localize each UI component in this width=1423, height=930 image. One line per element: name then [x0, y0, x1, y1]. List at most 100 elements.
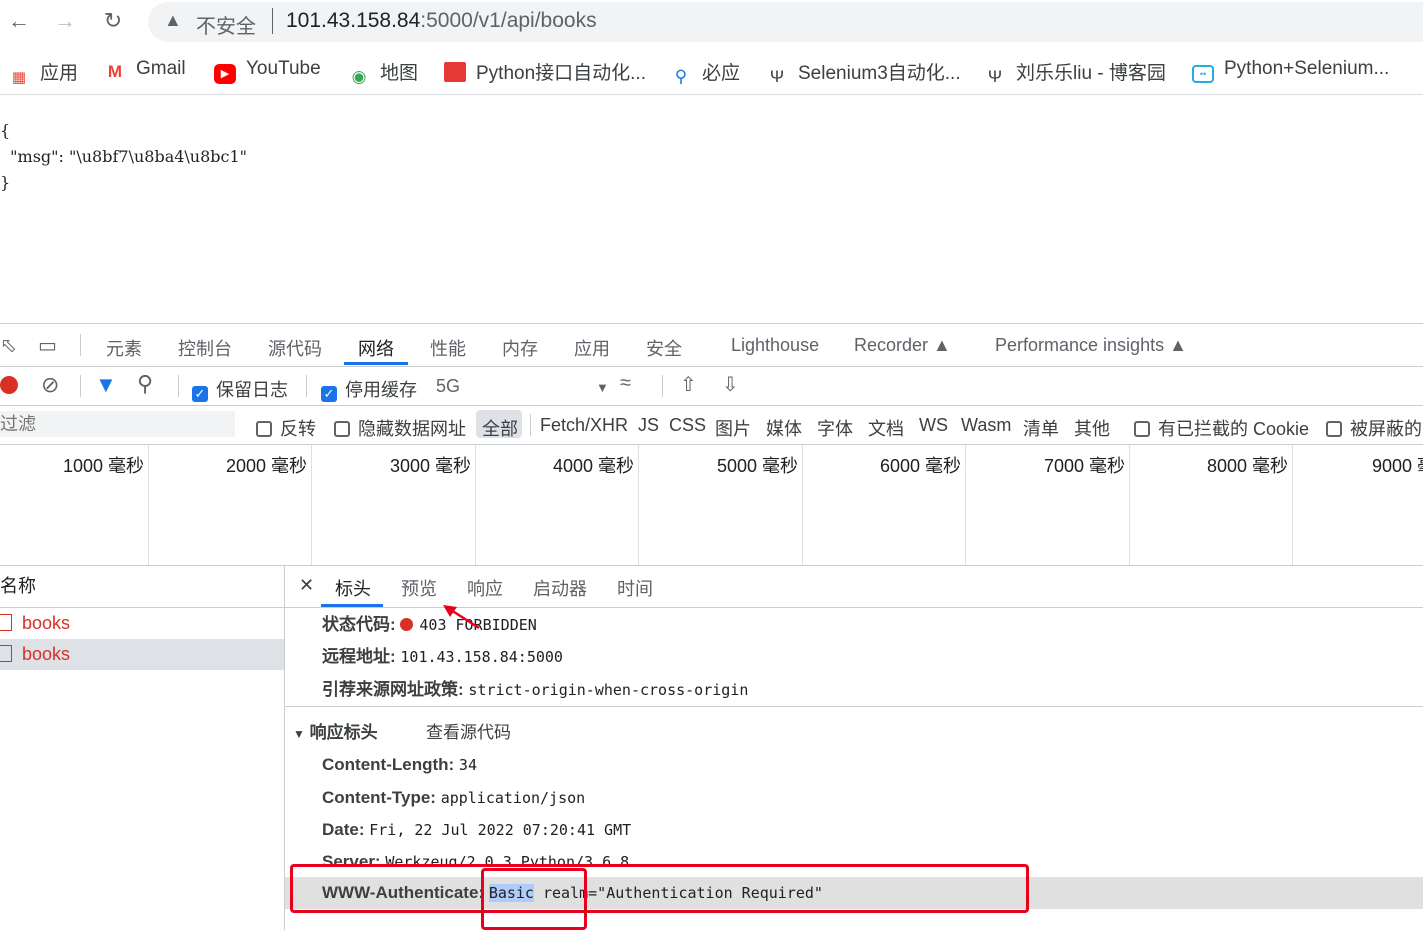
tab-application[interactable]: 应用: [574, 335, 610, 361]
warning-triangle-icon[interactable]: ▲: [164, 10, 182, 31]
bookmark-label: Python接口自动化...: [476, 63, 646, 84]
filter-type-other[interactable]: 其他: [1074, 415, 1110, 441]
tab-elements[interactable]: 元素: [106, 335, 142, 361]
timeline-label: 6000 毫秒: [879, 456, 961, 476]
security-label[interactable]: 不安全: [196, 10, 256, 39]
divider: [306, 375, 307, 397]
export-download-icon[interactable]: ⇩: [722, 372, 739, 397]
reload-icon[interactable]: ↻: [98, 6, 128, 36]
response-header-row: Content-Type: application/json: [322, 788, 585, 808]
view-source-link[interactable]: 查看源代码: [426, 718, 511, 743]
tab-lighthouse[interactable]: Lighthouse: [731, 335, 819, 356]
name-column-header[interactable]: 名称: [0, 566, 284, 608]
tab-sources[interactable]: 源代码: [268, 335, 322, 361]
checkbox-label: 保留日志: [216, 380, 288, 400]
url-text[interactable]: 101.43.158.84:5000/v1/api/books: [286, 9, 597, 33]
back-arrow-icon[interactable]: ←: [4, 6, 34, 36]
header-value[interactable]: strict-origin-when-cross-origin: [468, 681, 748, 699]
header-value[interactable]: 34: [459, 756, 477, 774]
device-toggle-icon[interactable]: ▭: [38, 333, 57, 358]
tab-network[interactable]: 网络: [358, 335, 394, 361]
inspect-element-icon[interactable]: ⬁: [0, 333, 17, 358]
filter-type-manifest[interactable]: 清单: [1023, 415, 1059, 441]
checkbox-unchecked-icon: [1326, 421, 1342, 437]
annotation-arrow-line: [450, 608, 480, 630]
filter-type-all[interactable]: 全部: [482, 415, 518, 441]
filter-type-media[interactable]: 媒体: [766, 415, 802, 441]
import-upload-icon[interactable]: ⇧: [680, 372, 697, 397]
tab-memory[interactable]: 内存: [502, 335, 538, 361]
search-icon: ⚲: [674, 67, 688, 86]
close-icon[interactable]: ✕: [299, 575, 314, 596]
tab-performance[interactable]: 性能: [430, 335, 466, 361]
tab-initiator[interactable]: 启动器: [533, 575, 587, 601]
request-row-selected[interactable]: books: [0, 639, 284, 670]
filter-type-font[interactable]: 字体: [817, 415, 853, 441]
bookmark-python-selenium[interactable]: •• Python+Selenium...: [1192, 58, 1389, 83]
status-error-dot-icon: [400, 618, 414, 631]
bookmark-youtube[interactable]: ▶ YouTube: [214, 58, 321, 84]
throttle-value: 5G: [436, 376, 461, 396]
search-icon[interactable]: ⚲: [137, 371, 153, 397]
clear-icon[interactable]: ⊘: [41, 372, 59, 398]
throttle-select[interactable]: 5G ▼: [436, 376, 609, 397]
omnibox[interactable]: ▲ 不安全 101.43.158.84:5000/v1/api/books: [148, 2, 1423, 42]
remote-address-row: 远程地址: 101.43.158.84:5000: [322, 642, 563, 667]
filter-type-doc[interactable]: 文档: [868, 415, 904, 441]
request-row[interactable]: books: [0, 608, 284, 639]
forward-arrow-icon[interactable]: →: [50, 6, 80, 36]
header-value[interactable]: application/json: [441, 789, 586, 807]
network-overview-timeline[interactable]: 1000 毫秒 2000 毫秒 3000 毫秒 4000 毫秒 5000 毫秒 …: [0, 445, 1423, 566]
record-icon[interactable]: [0, 376, 18, 394]
filter-type-js[interactable]: JS: [638, 415, 659, 436]
filter-input[interactable]: [0, 411, 235, 437]
divider: [530, 414, 531, 436]
checkbox-unchecked-icon: [334, 421, 350, 437]
filter-type-img[interactable]: 图片: [715, 415, 751, 441]
tab-timing[interactable]: 时间: [617, 575, 653, 601]
request-list: 名称 books books: [0, 566, 285, 930]
bookmark-label: Selenium3自动化...: [798, 63, 961, 84]
header-value[interactable]: Fri, 22 Jul 2022 07:20:41 GMT: [369, 821, 631, 839]
divider: [80, 375, 81, 397]
hide-data-urls-checkbox[interactable]: 隐藏数据网址: [334, 415, 466, 441]
tab-headers[interactable]: 标头: [335, 575, 371, 601]
network-conditions-wifi-icon[interactable]: ≈: [620, 372, 631, 395]
preserve-log-checkbox[interactable]: ✓ 保留日志: [192, 376, 288, 402]
request-name: books: [22, 613, 71, 633]
header-key: 状态代码:: [322, 615, 396, 634]
tab-label: Recorder: [854, 335, 929, 355]
bookmark-label: 必应: [702, 63, 741, 84]
tab-preview[interactable]: 预览: [401, 575, 437, 601]
bookmark-python-api[interactable]: Python接口自动化...: [444, 58, 646, 84]
devtools-tab-bar: ⬁ ▭ 元素 控制台 源代码 网络 性能 内存 应用 安全 Lighthouse…: [0, 324, 1423, 367]
header-value[interactable]: 101.43.158.84:5000: [400, 648, 563, 666]
header-key: 远程地址:: [322, 647, 396, 666]
response-headers-section-toggle[interactable]: ▼ 响应标头: [293, 718, 378, 743]
tab-performance-insights[interactable]: Performance insights ▲: [995, 335, 1187, 356]
blocked-cookies-checkbox[interactable]: 有已拦截的 Cookie: [1134, 415, 1309, 441]
bookmark-maps[interactable]: ◉ 地图: [348, 58, 418, 86]
invert-checkbox[interactable]: 反转: [256, 415, 316, 441]
bookmark-bing[interactable]: ⚲ 必应: [670, 58, 741, 86]
timeline-label: 9000 毫: [1372, 456, 1423, 476]
bookmark-cnblogs[interactable]: Ψ 刘乐乐liu - 博客园: [984, 58, 1166, 86]
filter-type-fetch-xhr[interactable]: Fetch/XHR: [540, 415, 628, 436]
bookmark-selenium3[interactable]: Ψ Selenium3自动化...: [766, 58, 961, 86]
timeline-label: 3000 毫秒: [389, 456, 471, 476]
json-line: }: [0, 173, 11, 192]
filter-type-css[interactable]: CSS: [669, 415, 706, 436]
tab-console[interactable]: 控制台: [178, 335, 232, 361]
section-title: 响应标头: [309, 723, 378, 742]
filter-type-ws[interactable]: WS: [919, 415, 948, 436]
bookmark-gmail[interactable]: M Gmail: [104, 58, 186, 82]
tab-security[interactable]: 安全: [646, 335, 682, 361]
disable-cache-checkbox[interactable]: ✓ 停用缓存: [321, 376, 417, 402]
filter-funnel-icon[interactable]: ▼: [95, 372, 117, 398]
filter-type-wasm[interactable]: Wasm: [961, 415, 1011, 436]
header-key: Content-Type:: [322, 788, 436, 807]
tab-recorder[interactable]: Recorder ▲: [854, 335, 951, 356]
bookmark-apps[interactable]: ▦ 应用: [8, 58, 78, 86]
cnblogs-icon: Ψ: [769, 67, 785, 86]
blocked-requests-checkbox[interactable]: 被屏蔽的: [1326, 415, 1422, 441]
